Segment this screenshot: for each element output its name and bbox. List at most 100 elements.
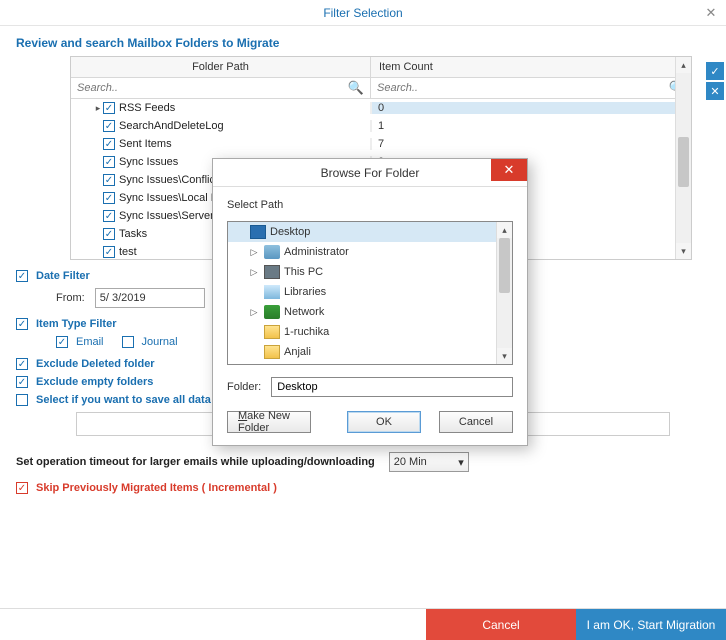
skip-previously-migrated-row: ✓ Skip Previously Migrated Items ( Incre… <box>16 482 726 494</box>
date-from-label: From: <box>56 292 85 304</box>
expander-icon[interactable]: ▷ <box>248 247 260 258</box>
row-checkbox[interactable]: ✓ <box>103 210 115 222</box>
browse-for-folder-dialog: Browse For Folder ✕ Select Path Desktop ▷… <box>212 158 528 446</box>
folder-tree-label: Libraries <box>284 286 326 298</box>
folder-name-row: Folder: <box>227 377 513 397</box>
pc-icon <box>264 265 280 279</box>
chevron-down-icon: ▾ <box>458 456 464 469</box>
cancel-button[interactable]: Cancel <box>426 609 576 640</box>
folder-tree-label: Desktop <box>270 226 310 238</box>
scroll-up-icon[interactable]: ▴ <box>497 222 512 238</box>
date-from-input[interactable]: 5/ 3/2019 <box>95 288 205 308</box>
date-from-value: 5/ 3/2019 <box>100 292 146 304</box>
row-label: test <box>119 246 137 258</box>
grid-search-row: 🔍 🔍 <box>71 78 691 99</box>
expander-icon[interactable]: ▷ <box>248 267 260 278</box>
column-header-item-count[interactable]: Item Count <box>371 57 691 77</box>
dialog-titlebar[interactable]: Browse For Folder ✕ <box>213 159 527 187</box>
folder-tree-item[interactable]: ▷ This PC <box>228 262 512 282</box>
skip-previously-migrated-checkbox[interactable]: ✓ <box>16 482 28 494</box>
scroll-up-icon[interactable]: ▴ <box>676 57 691 73</box>
row-count: 1 <box>371 120 691 132</box>
exclude-empty-checkbox[interactable]: ✓ <box>16 376 28 388</box>
folder-tree-label: Administrator <box>284 246 349 258</box>
table-row[interactable]: ✓ SearchAndDeleteLog 1 <box>71 117 691 135</box>
grid-header: Folder Path Item Count <box>71 57 691 78</box>
folder-tree[interactable]: Desktop ▷ Administrator ▷ This PC Libraries ▷N… <box>227 221 513 365</box>
make-new-folder-button[interactable]: Make New Folder <box>227 411 311 433</box>
folder-tree-label: 1-ruchika <box>284 326 329 338</box>
timeout-select[interactable]: 20 Min ▾ <box>389 452 469 472</box>
row-label: Sync Issues <box>119 156 178 168</box>
row-checkbox[interactable]: ✓ <box>103 138 115 150</box>
exclude-deleted-label: Exclude Deleted folder <box>36 358 155 370</box>
row-label: Sync Issues\Conflicts <box>119 174 224 186</box>
item-type-checkbox[interactable]: ✓ <box>122 336 134 348</box>
timeout-value: 20 Min <box>394 456 427 468</box>
scroll-down-icon[interactable]: ▾ <box>497 348 512 364</box>
row-checkbox[interactable]: ✓ <box>103 102 115 114</box>
row-label: RSS Feeds <box>119 102 175 114</box>
row-checkbox[interactable]: ✓ <box>103 174 115 186</box>
item-type-label: Email <box>76 336 104 348</box>
select-path-label: Select Path <box>227 199 513 211</box>
folder-tree-label: This PC <box>284 266 323 278</box>
exclude-deleted-checkbox[interactable]: ✓ <box>16 358 28 370</box>
row-checkbox[interactable]: ✓ <box>103 192 115 204</box>
folder-tree-item[interactable]: Anjali <box>228 342 512 362</box>
select-all-button[interactable]: ✓ <box>706 62 724 80</box>
timeout-label: Set operation timeout for larger emails … <box>16 456 375 468</box>
expander-icon[interactable]: ▷ <box>248 307 260 318</box>
scroll-thumb[interactable] <box>678 137 689 187</box>
folder-tree-item[interactable]: ▷ Administrator <box>228 242 512 262</box>
row-checkbox[interactable]: ✓ <box>103 120 115 132</box>
dialog-cancel-button[interactable]: Cancel <box>439 411 513 433</box>
search-folder-path-input[interactable] <box>71 78 342 98</box>
person-icon <box>264 245 280 259</box>
dialog-close-button[interactable]: ✕ <box>491 159 527 181</box>
item-type-filter-checkbox[interactable]: ✓ <box>16 318 28 330</box>
scroll-down-icon[interactable]: ▾ <box>676 243 691 259</box>
folder-tree-item[interactable]: 1-ruchika <box>228 322 512 342</box>
page-heading: Review and search Mailbox Folders to Mig… <box>16 36 726 50</box>
dialog-title: Browse For Folder <box>321 166 420 180</box>
folder-tree-item[interactable]: Libraries <box>228 282 512 302</box>
column-header-folder-path[interactable]: Folder Path <box>71 57 371 77</box>
grid-side-buttons: ✓ ✕ <box>706 62 724 100</box>
start-migration-button[interactable]: I am OK, Start Migration <box>576 609 726 640</box>
folder-name-input[interactable] <box>271 377 513 397</box>
date-filter-checkbox[interactable]: ✓ <box>16 270 28 282</box>
timeout-row: Set operation timeout for larger emails … <box>16 452 726 472</box>
search-item-count-input[interactable] <box>371 78 663 98</box>
table-row[interactable]: ✓Sent Items7 <box>71 135 691 153</box>
grid-scrollbar[interactable]: ▴ ▾ <box>675 57 691 259</box>
window-title: Filter Selection <box>323 6 402 20</box>
deselect-all-button[interactable]: ✕ <box>706 82 724 100</box>
folder-icon <box>264 345 280 359</box>
ok-button[interactable]: OK <box>347 411 421 433</box>
row-checkbox[interactable]: ✓ <box>103 228 115 240</box>
row-count: 0 <box>371 102 691 114</box>
item-type-checkbox[interactable]: ✓ <box>56 336 68 348</box>
item-type-option: ✓ Email <box>56 336 104 348</box>
skip-previously-migrated-label: Skip Previously Migrated Items ( Increme… <box>36 482 277 494</box>
folder-icon <box>264 325 280 339</box>
desktop-icon <box>250 225 266 239</box>
net-icon <box>264 305 280 319</box>
window-close-button[interactable]: ✕ <box>702 4 720 22</box>
expander-icon[interactable]: ▸ <box>93 103 103 114</box>
row-label: Tasks <box>119 228 147 240</box>
table-row[interactable]: ▸✓ RSS Feeds 0 <box>71 99 691 117</box>
search-icon[interactable]: 🔍 <box>342 80 370 96</box>
item-type-label: Journal <box>142 336 178 348</box>
row-checkbox[interactable]: ✓ <box>103 156 115 168</box>
save-all-checkbox[interactable]: ✓ <box>16 394 28 406</box>
scroll-thumb[interactable] <box>499 238 510 293</box>
item-type-option: ✓ Journal <box>122 336 178 348</box>
row-label: SearchAndDeleteLog <box>119 120 224 132</box>
folder-tree-item[interactable]: ▷Network <box>228 302 512 322</box>
folder-tree-scrollbar[interactable]: ▴ ▾ <box>496 222 512 364</box>
date-filter-label: Date Filter <box>36 270 90 282</box>
row-checkbox[interactable]: ✓ <box>103 246 115 258</box>
folder-tree-item[interactable]: Desktop <box>228 222 512 242</box>
